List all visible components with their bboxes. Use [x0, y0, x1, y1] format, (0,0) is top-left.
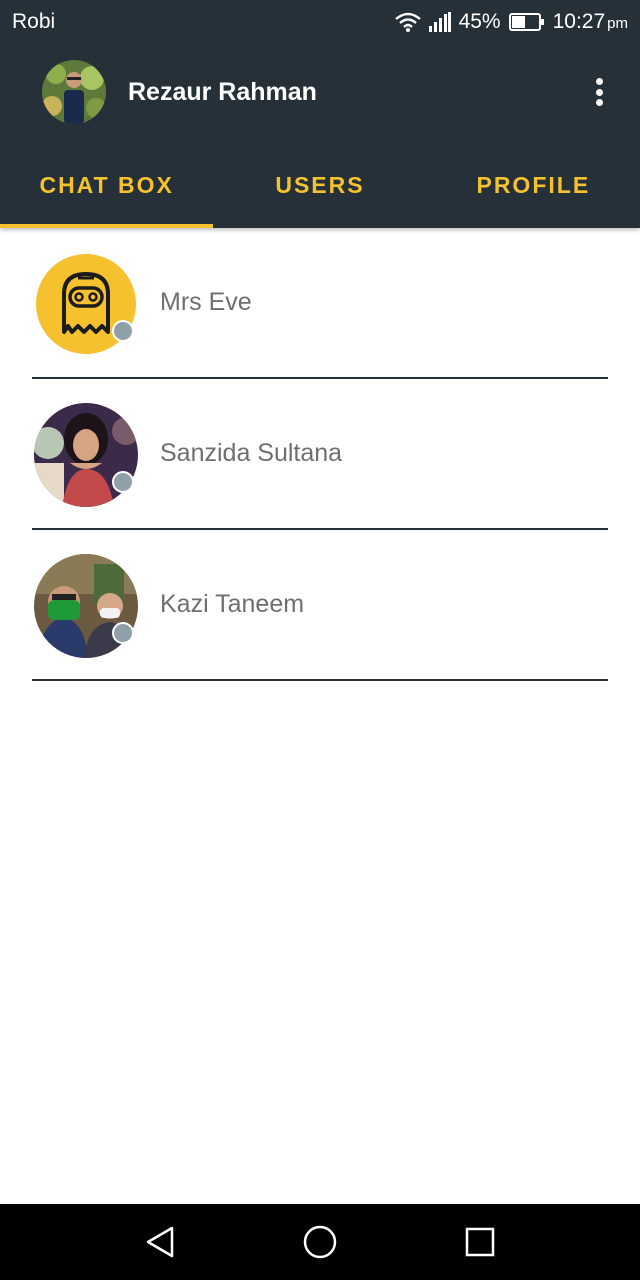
chat-list: Mrs Eve Sanzida Sultana Kazi Taneem: [0, 228, 640, 681]
menu-dot: [595, 88, 603, 96]
chat-name: Mrs Eve: [160, 288, 252, 316]
tab-chat-box[interactable]: CHAT BOX: [0, 144, 214, 228]
signal-icon: [428, 12, 451, 32]
clock-suffix: pm: [607, 15, 628, 32]
wifi-icon: [394, 12, 421, 32]
clock-time: 10:27: [552, 10, 606, 33]
menu-dot: [595, 99, 603, 106]
presence-indicator: [112, 320, 134, 342]
clock: 10:27 pm: [553, 10, 628, 34]
tab-bar: CHAT BOX USERS PROFILE: [0, 144, 640, 228]
presence-indicator: [112, 622, 134, 644]
chat-item-mrs-eve[interactable]: Mrs Eve: [32, 228, 608, 379]
chat-name: Sanzida Sultana: [160, 439, 343, 467]
tab-profile[interactable]: PROFILE: [427, 144, 640, 228]
app-bar: Rezaur Rahman: [0, 44, 640, 144]
user-name-title: Rezaur Rahman: [128, 78, 317, 106]
tab-users[interactable]: USERS: [213, 144, 426, 228]
system-nav-bar: [0, 1204, 640, 1280]
presence-indicator: [112, 471, 134, 493]
carrier-name: Robi: [12, 10, 56, 33]
status-bar: Robi 45% 10:27 pm: [0, 0, 640, 44]
chat-name: Kazi Taneem: [160, 590, 305, 618]
chat-item-sanzida-sultana[interactable]: Sanzida Sultana: [32, 379, 608, 530]
status-indicators: 45% 10:27 pm: [394, 10, 628, 34]
battery-icon: [508, 13, 545, 31]
overflow-menu-icon[interactable]: [584, 74, 614, 110]
user-avatar[interactable]: [42, 60, 106, 124]
back-icon[interactable]: [140, 1222, 180, 1262]
home-icon[interactable]: [300, 1222, 340, 1262]
battery-percent: 45%: [458, 10, 501, 33]
recents-icon[interactable]: [460, 1222, 500, 1262]
chat-item-kazi-taneem[interactable]: Kazi Taneem: [32, 530, 608, 681]
menu-dot: [595, 78, 603, 85]
